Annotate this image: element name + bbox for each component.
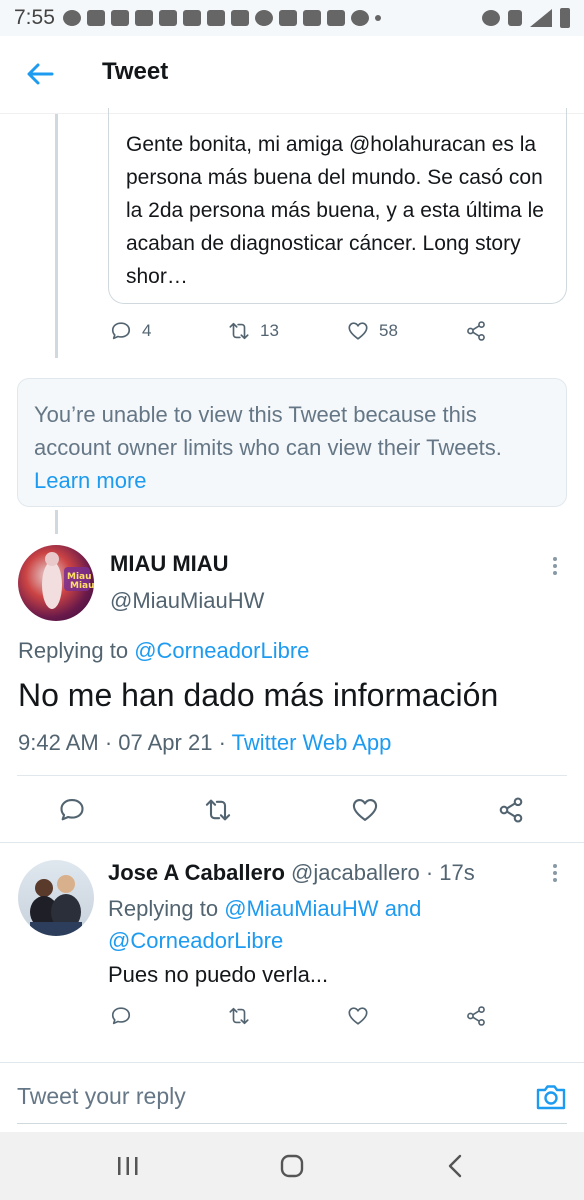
system-icons [482,8,570,28]
retweet-count: 13 [260,321,279,340]
heart-icon [348,322,368,340]
thread-line [55,114,58,358]
reply-composer: Tweet your reply [0,1062,584,1132]
reply-icon [60,799,84,821]
reply-author-handle[interactable]: @jacaballero · 17s [291,860,475,885]
replying-to-handle[interactable]: @MiauMiauHW [224,896,378,921]
gmail-icon [302,10,321,26]
divider [0,842,584,843]
youtube-icon [206,10,225,26]
like-count: 58 [379,321,398,340]
share-icon [467,321,485,341]
system-navigation-bar [0,1132,584,1200]
share-icon [467,1006,485,1026]
data-icon [508,10,522,26]
dot-icon [374,15,381,21]
replying-to-handle[interactable]: @CorneadorLibre [134,638,309,663]
replying-to-label: Replying to [18,638,129,663]
like-button[interactable] [351,796,379,824]
tweet-source[interactable]: Twitter Web App [232,730,392,755]
heart-icon [352,799,378,821]
youtube-icon [158,10,177,26]
tweet-text: No me han dado más información [18,677,499,713]
share-button[interactable] [465,320,487,342]
recent-apps-icon[interactable] [117,1156,139,1176]
accessibility-icon [254,10,273,26]
retweet-button[interactable]: 13 [228,320,279,342]
author-handle[interactable]: @MiauMiauHW [110,588,264,614]
reply-author-line: Jose A Caballero @jacaballero · 17s [108,860,475,886]
reply-replying-to: Replying to @MiauMiauHW and @CorneadorLi… [108,893,548,957]
like-button[interactable]: 58 [347,320,398,342]
spotify-icon [350,10,369,26]
battery-icon [560,8,570,28]
divider [17,775,567,776]
reply-input[interactable]: Tweet your reply [17,1083,186,1110]
share-button[interactable] [465,1005,487,1027]
voicemail-icon [230,10,249,26]
retweet-button[interactable] [228,1005,250,1027]
replying-to-line: Replying to @CorneadorLibre [18,638,309,664]
retweet-icon [229,1007,249,1025]
mail-icon [278,10,297,26]
reply-button[interactable] [58,796,86,824]
home-icon[interactable] [280,1154,304,1178]
status-bar: 7:55 [0,0,584,36]
unavailable-tweet-notice: You’re unable to view this Tweet because… [17,378,567,507]
avatar-image: Miau Miau [42,552,94,609]
reply-count: 4 [142,321,152,340]
reply-input-underline [17,1123,567,1124]
retweet-icon [205,799,231,821]
back-arrow-icon[interactable] [24,58,56,90]
twitter-icon [326,10,345,26]
avatar[interactable] [18,860,94,936]
back-icon[interactable] [447,1154,463,1178]
youtube-icon [182,10,201,26]
tweet-timestamp: 9:42 AM · 07 Apr 21 · [18,730,226,755]
alarm-icon [482,10,500,26]
heart-icon [348,1007,368,1025]
notification-icons [62,10,381,26]
reply-author-name[interactable]: Jose A Caballero [108,860,285,885]
quoted-tweet-card[interactable]: Gente bonita, mi amiga @holahuracan es l… [108,108,567,304]
camera-icon[interactable] [535,1081,567,1113]
status-time: 7:55 [14,6,55,29]
top-app-bar: Tweet [0,36,584,114]
reply-icon [111,1007,131,1025]
avatar-image [30,875,82,936]
tweet-meta: 9:42 AM · 07 Apr 21 · Twitter Web App [18,730,391,756]
youtube-icon [134,10,153,26]
more-options-icon[interactable] [552,557,558,575]
page-title: Tweet [102,58,169,85]
avatar[interactable]: Miau Miau [18,545,94,621]
twitter-icon [110,10,129,26]
replying-to-handle[interactable]: @CorneadorLibre [108,928,283,953]
retweet-button[interactable] [204,796,232,824]
learn-more-link[interactable]: Learn more [34,468,147,493]
thread-line [55,510,58,534]
signal-icon [530,9,552,27]
replying-to-label: Replying to [108,896,219,921]
snapchat-icon [86,10,105,26]
svg-text:Miau: Miau [70,581,94,591]
unavailable-text: You’re unable to view this Tweet because… [34,402,502,460]
reply-icon [111,322,131,340]
reply-tweet-text: Pues no puedo verla... [108,962,329,987]
whatsapp-icon [62,10,81,26]
like-button[interactable] [347,1005,369,1027]
author-name[interactable]: MIAU MIAU [110,551,229,577]
share-icon [499,797,523,823]
retweet-icon [229,322,249,340]
share-button[interactable] [497,796,525,824]
replying-to-and: and [384,896,422,921]
quoted-tweet-text: Gente bonita, mi amiga @holahuracan es l… [126,133,544,288]
reply-button[interactable] [110,1005,132,1027]
more-options-icon[interactable] [552,864,558,882]
reply-button[interactable]: 4 [110,320,151,342]
